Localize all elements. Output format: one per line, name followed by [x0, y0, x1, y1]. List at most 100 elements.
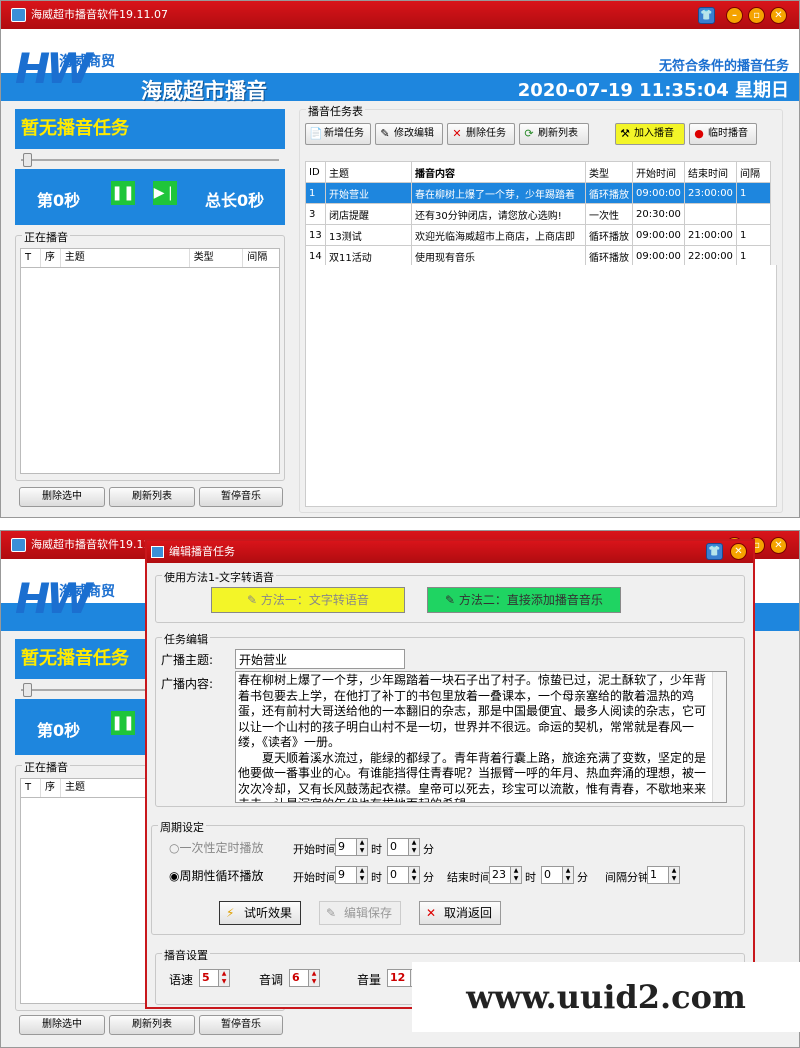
- cell-content: 春在柳树上爆了一个芽，少年踢踏着: [411, 182, 586, 204]
- volume-input[interactable]: 12▲▼: [387, 969, 422, 987]
- pause-icon[interactable]: ❚❚: [111, 711, 135, 735]
- once-start-minute[interactable]: 0 ▲ ▼: [387, 838, 420, 856]
- cell-start: 09:00:00: [632, 245, 685, 267]
- task-table-header: ID 主题 播音内容 类型 开始时间 结束时间 间隔: [305, 161, 771, 183]
- add-task-label: 新增任务: [324, 128, 364, 139]
- table-row[interactable]: 14 双11活动 使用现有音乐 循环播放 09:00:00 22:00:00 1: [305, 245, 771, 267]
- cycle-minute-unit: 分: [423, 871, 434, 884]
- cycle-start-hour-value: 9: [338, 868, 345, 881]
- spin-arrows-icon[interactable]: ▲▼: [510, 866, 522, 884]
- cell-topic: 双11活动: [325, 245, 412, 267]
- cycle-end-hour[interactable]: 23 ▲ ▼: [489, 866, 522, 884]
- cycle-end-minute-value: 0: [544, 868, 551, 881]
- pause-icon[interactable]: ❚❚: [111, 181, 135, 205]
- cell-type: 循环播放: [585, 224, 633, 246]
- method-tts-button[interactable]: ✎ 方法一：文字转语音: [211, 587, 405, 613]
- speed-input[interactable]: 5 ▲ ▼: [199, 969, 230, 987]
- preview-label: 试听效果: [244, 906, 293, 920]
- spin-arrows-icon[interactable]: ▲▼: [408, 866, 420, 884]
- content-label: 广播内容:: [161, 677, 214, 691]
- close-button[interactable]: ✕: [770, 7, 787, 24]
- delete-task-button[interactable]: ✕ 删除任务: [447, 123, 515, 145]
- cell-topic: 13测试: [325, 224, 412, 246]
- shirt-icon[interactable]: 👕: [698, 7, 715, 24]
- cycle-start-label: 开始时间: [293, 871, 337, 884]
- once-start-hour[interactable]: 9 ▲ ▼: [335, 838, 368, 856]
- logo-company-name: 海威商贸: [59, 584, 115, 600]
- spin-arrows-icon[interactable]: ▲▼: [308, 969, 320, 987]
- slider-knob[interactable]: [23, 683, 32, 697]
- method-tts-label: 方法一：文字转语音: [260, 593, 369, 607]
- pencil-icon: ✎: [445, 593, 459, 607]
- refresh-list-button[interactable]: 刷新列表: [109, 1015, 195, 1035]
- spin-arrows-icon[interactable]: ▲▼: [562, 866, 574, 884]
- shirt-icon[interactable]: 👕: [706, 543, 723, 560]
- add-task-button[interactable]: 📄 新增任务: [305, 123, 371, 145]
- pitch-input[interactable]: 6 ▲ ▼: [289, 969, 320, 987]
- cycle-hour-unit: 时: [371, 871, 382, 884]
- minimize-button[interactable]: –: [726, 7, 743, 24]
- spin-arrows-icon[interactable]: ▲▼: [356, 866, 368, 884]
- pitch-value: 6: [292, 971, 300, 984]
- cell-type: 循环播放: [585, 182, 633, 204]
- spin-arrows-icon[interactable]: ▲▼: [408, 838, 420, 856]
- refresh-list-button[interactable]: 刷新列表: [109, 487, 195, 507]
- method-music-button[interactable]: ✎ 方法二：直接添加播音音乐: [427, 587, 621, 613]
- cell-start: 09:00:00: [632, 182, 685, 204]
- once-hour-unit: 时: [371, 843, 382, 856]
- maximize-button[interactable]: ▫: [748, 7, 765, 24]
- interval-input[interactable]: 1 ▲ ▼: [647, 866, 680, 884]
- table-row[interactable]: 1 开始营业 春在柳树上爆了一个芽，少年踢踏着 循环播放 09:00:00 23…: [305, 182, 771, 204]
- th-start: 开始时间: [632, 161, 685, 183]
- once-radio[interactable]: ○一次性定时播放: [169, 839, 264, 856]
- cell-interval: [736, 203, 771, 225]
- cycle-radio[interactable]: ◉周期性循环播放: [169, 867, 264, 884]
- close-button[interactable]: ✕: [770, 537, 787, 554]
- cell-interval: 1: [736, 182, 771, 204]
- cycle-start-minute[interactable]: 0 ▲ ▼: [387, 866, 420, 884]
- th-end: 结束时间: [684, 161, 737, 183]
- edit-task-button[interactable]: ✎ 修改编辑: [375, 123, 443, 145]
- dialog-app-icon: [151, 546, 164, 558]
- task-table-title: 播音任务表: [306, 103, 365, 119]
- th-topic: 主题: [325, 161, 412, 183]
- speed-value: 5: [202, 971, 210, 984]
- preview-button[interactable]: ⚡ 试听效果: [219, 901, 302, 925]
- cycle-start-hour[interactable]: 9 ▲ ▼: [335, 866, 368, 884]
- progress-slider[interactable]: [15, 153, 285, 167]
- table-row[interactable]: 3 闭店提醒 还有30分钟闭店，请您放心选购! 一次性 20:30:00: [305, 203, 771, 225]
- current-seconds: 第0秒: [37, 721, 81, 740]
- task-table[interactable]: ID 主题 播音内容 类型 开始时间 结束时间 间隔 1 开始营业 春在柳树上爆…: [305, 161, 771, 267]
- dialog-close-button[interactable]: ✕: [730, 543, 747, 560]
- topic-input[interactable]: 开始营业: [235, 649, 405, 669]
- instant-playback-button[interactable]: ● 临时播音: [689, 123, 757, 145]
- cycle-end-label: 结束时间: [447, 871, 491, 884]
- slider-knob[interactable]: [23, 153, 32, 167]
- delete-selected-button[interactable]: 删除选中: [19, 487, 105, 507]
- spin-arrows-icon[interactable]: ▲▼: [356, 838, 368, 856]
- dialog-title-bar: 编辑播音任务 👕 ✕: [147, 541, 753, 563]
- spin-arrows-icon[interactable]: ▲▼: [218, 969, 230, 987]
- add-document-icon: 📄: [309, 127, 323, 140]
- cancel-button[interactable]: ✕ 取消返回: [419, 901, 502, 925]
- pencil-icon: ✎: [247, 593, 261, 607]
- cycle-end-minute[interactable]: 0 ▲ ▼: [541, 866, 574, 884]
- cycle-end-minute-unit: 分: [577, 871, 588, 884]
- delete-selected-button[interactable]: 删除选中: [19, 1015, 105, 1035]
- table-row[interactable]: 13 13测试 欢迎光临海威超市上商店，上商店即 循环播放 09:00:00 2…: [305, 224, 771, 246]
- pause-music-button[interactable]: 暂停音乐: [199, 487, 283, 507]
- skip-next-icon[interactable]: ▶❘: [153, 181, 177, 205]
- join-playback-button[interactable]: ⚒ 加入播音: [615, 123, 685, 145]
- content-scrollbar[interactable]: [712, 672, 726, 802]
- once-start-hour-value: 9: [338, 840, 345, 853]
- save-button[interactable]: ✎ 编辑保存: [319, 901, 402, 925]
- content-textarea[interactable]: 春在柳树上爆了一个芽，少年踢踏着一块石子出了村子。惊蛰已过，泥土酥软了，少年背着…: [235, 671, 727, 803]
- playing-group-title: 正在播音: [22, 229, 70, 245]
- spin-arrows-icon[interactable]: ▲▼: [668, 866, 680, 884]
- th-interval: 间隔: [736, 161, 771, 183]
- delete-x-icon: ✕: [452, 127, 462, 140]
- pause-music-button[interactable]: 暂停音乐: [199, 1015, 283, 1035]
- playing-list[interactable]: [20, 268, 280, 474]
- refresh-task-list-button[interactable]: ⟳ 刷新列表: [519, 123, 589, 145]
- edit-task-dialog: 编辑播音任务 👕 ✕ 使用方法1-文字转语音 ✎ 方法一：文字转语音 ✎ 方法二…: [145, 539, 755, 1009]
